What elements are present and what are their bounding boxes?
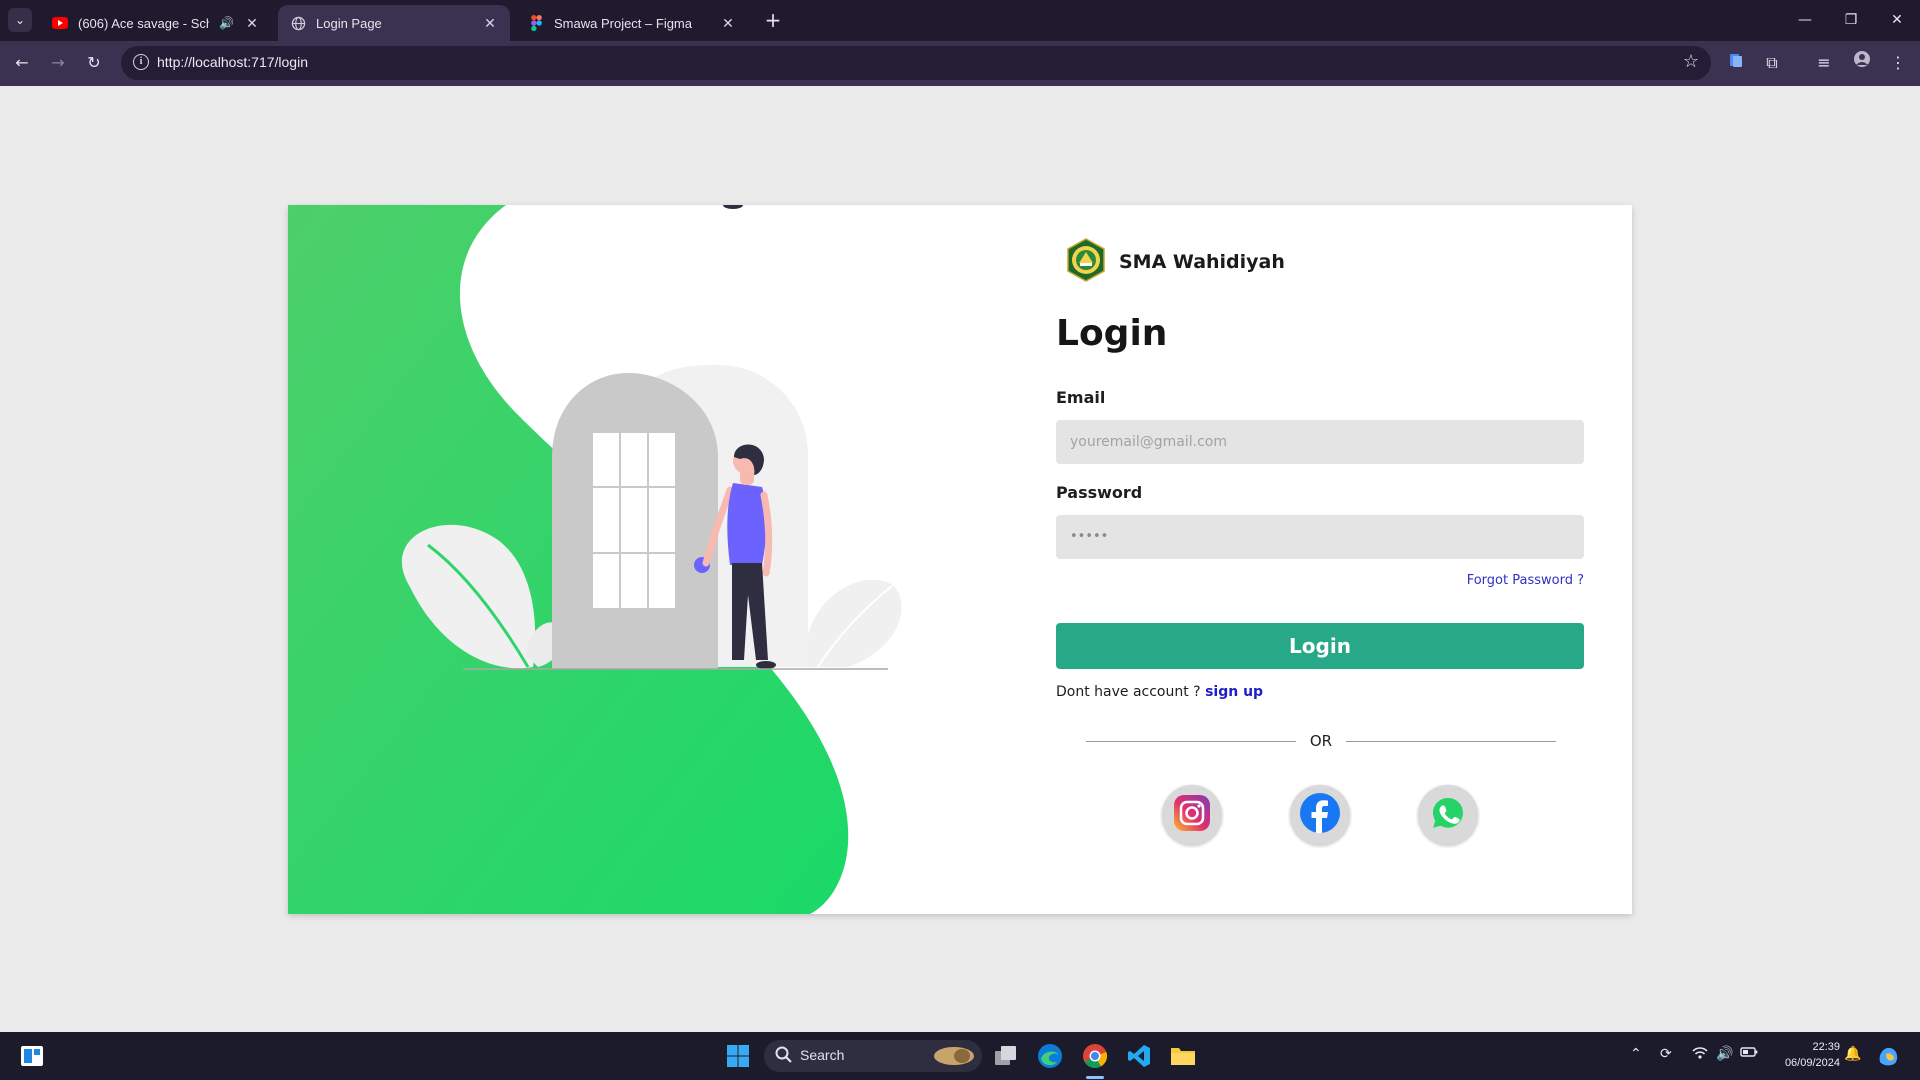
tray-overflow-icon[interactable]: ⌃ [1630,1046,1642,1062]
school-header: SMA Wahidiyah [1063,238,1285,286]
right-leaf [805,579,902,668]
vscode-icon[interactable] [1125,1042,1153,1070]
close-window-button[interactable]: ✕ [1874,0,1920,40]
close-tab-icon[interactable]: ✕ [244,15,260,32]
taskbar-search[interactable]: Search [764,1040,982,1072]
puzzle-extensions-icon[interactable]: ⧉ [1758,49,1786,77]
browser-toolbar: ← → ↻ i http://localhost:717/login ☆ ⧉ ≡… [0,41,1920,86]
volume-icon[interactable]: 🔊 [1716,1046,1733,1062]
battery-icon[interactable] [1740,1046,1758,1062]
speaker-icon[interactable]: 🔊 [219,16,234,30]
minimize-button[interactable]: — [1782,0,1828,40]
whatsapp-icon [1430,795,1466,835]
email-field[interactable] [1056,420,1584,464]
tab-login-page[interactable]: Login Page ✕ [278,5,510,41]
facebook-icon [1299,792,1341,838]
figma-icon [528,15,544,31]
signup-link[interactable]: sign up [1205,684,1263,700]
file-explorer-icon[interactable] [1169,1042,1197,1070]
tab-title: (606) Ace savage - Schemin [78,15,209,31]
instagram-button[interactable] [1162,785,1222,845]
forward-button[interactable]: → [44,49,72,77]
welcome-illustration [288,205,902,914]
globe-icon [290,15,306,31]
copilot-icon[interactable] [1874,1042,1902,1070]
email-label: Email [1056,388,1106,407]
clock-time: 22:39 [1812,1041,1840,1053]
tab-title: Login Page [316,15,382,31]
widgets-icon[interactable] [18,1042,46,1070]
tab-youtube[interactable]: (606) Ace savage - Schemin 🔊 ✕ [40,5,272,41]
tab-title: Smawa Project – Figma [554,15,692,31]
taskbar-clock[interactable]: 22:39 06/09/2024 [1760,1039,1840,1071]
close-tab-icon[interactable]: ✕ [720,15,736,32]
site-info-icon[interactable]: i [133,54,149,70]
media-control-icon[interactable]: ≡ [1810,49,1838,77]
login-button[interactable]: Login [1056,623,1584,669]
instagram-icon [1172,793,1212,837]
page-title: Login [1056,313,1168,354]
extension-icon[interactable] [1722,49,1750,77]
edge-browser-icon[interactable] [1036,1042,1064,1070]
signup-prompt: Dont have account ? [1056,684,1201,700]
door-window [593,433,675,608]
search-highlight-icon [926,1044,976,1072]
clock-date: 06/09/2024 [1784,1057,1840,1069]
search-label: Search [800,1047,845,1063]
new-tab-button[interactable]: + [760,8,786,34]
forgot-password-link[interactable]: Forgot Password ? [1384,573,1584,588]
signup-prompt-row: Dont have account ? sign up [1056,684,1263,700]
reload-button[interactable]: ↻ [80,49,108,77]
bookmark-star-icon[interactable]: ☆ [1683,51,1699,72]
tab-figma[interactable]: Smawa Project – Figma ✕ [516,5,748,41]
school-logo-icon [1063,237,1109,287]
whatsapp-button[interactable] [1418,785,1478,845]
url-text[interactable]: http://localhost:717/login [157,54,308,70]
task-view-icon[interactable] [992,1042,1020,1070]
restore-button[interactable]: ❐ [1828,0,1874,40]
password-field[interactable]: ••••• [1056,515,1584,559]
search-icon [774,1045,794,1069]
chrome-icon[interactable] [1081,1042,1109,1070]
close-tab-icon[interactable]: ✕ [482,15,498,32]
back-button[interactable]: ← [8,49,36,77]
active-app-indicator [1086,1076,1104,1079]
youtube-icon [52,15,68,31]
taskbar: Search ⌃ ⟳ 🔊 22:39 06/09/2024 🔔 [0,1032,1920,1080]
tab-search-button[interactable]: ⌄ [8,8,32,32]
facebook-button[interactable] [1290,785,1350,845]
or-divider: OR [1309,732,1333,750]
menu-kebab-icon[interactable]: ⋮ [1884,49,1912,77]
sync-icon[interactable]: ⟳ [1660,1046,1672,1062]
login-card: SMA Wahidiyah Login Email Password •••••… [288,205,1632,914]
browser-tab-strip: ⌄ (606) Ace savage - Schemin 🔊 ✕ Login P… [0,0,1920,41]
divider-line-left [1086,741,1296,742]
divider-line-right [1346,741,1556,742]
password-label: Password [1056,483,1143,502]
profile-avatar-icon[interactable] [1848,49,1876,77]
school-name: SMA Wahidiyah [1119,251,1285,273]
address-bar[interactable]: i http://localhost:717/login ☆ [121,46,1711,80]
notification-bell-icon[interactable]: 🔔 [1844,1046,1861,1062]
wifi-icon[interactable] [1692,1046,1708,1064]
windows-start-icon[interactable] [724,1042,752,1070]
